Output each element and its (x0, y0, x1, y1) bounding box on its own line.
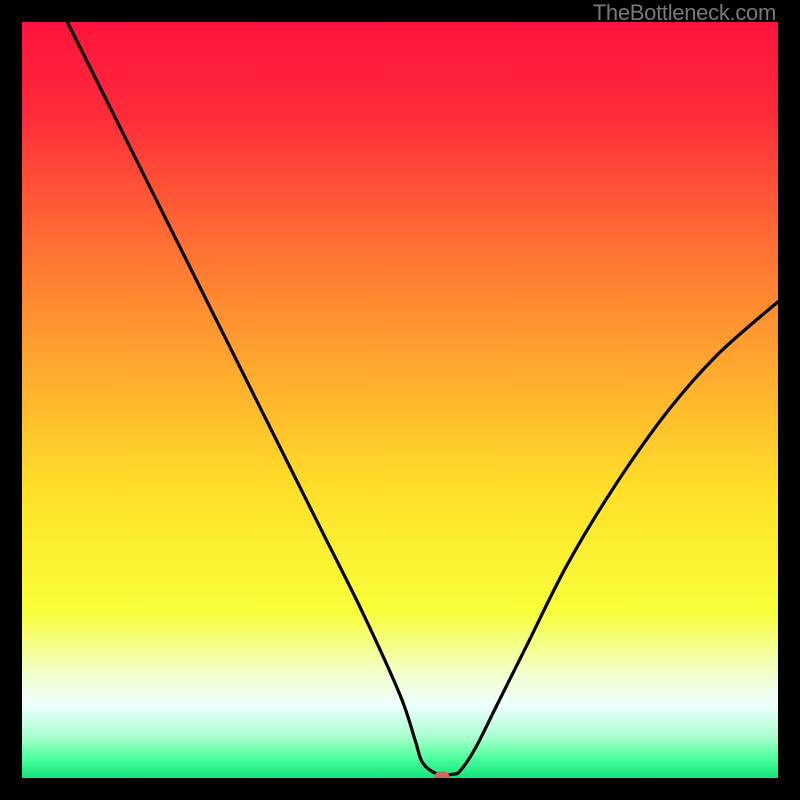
bottleneck-curve (22, 22, 778, 778)
bottleneck-marker (434, 772, 449, 779)
plot-area (22, 22, 778, 778)
chart-container: TheBottleneck.com (0, 0, 800, 800)
watermark-text: TheBottleneck.com (593, 0, 776, 26)
